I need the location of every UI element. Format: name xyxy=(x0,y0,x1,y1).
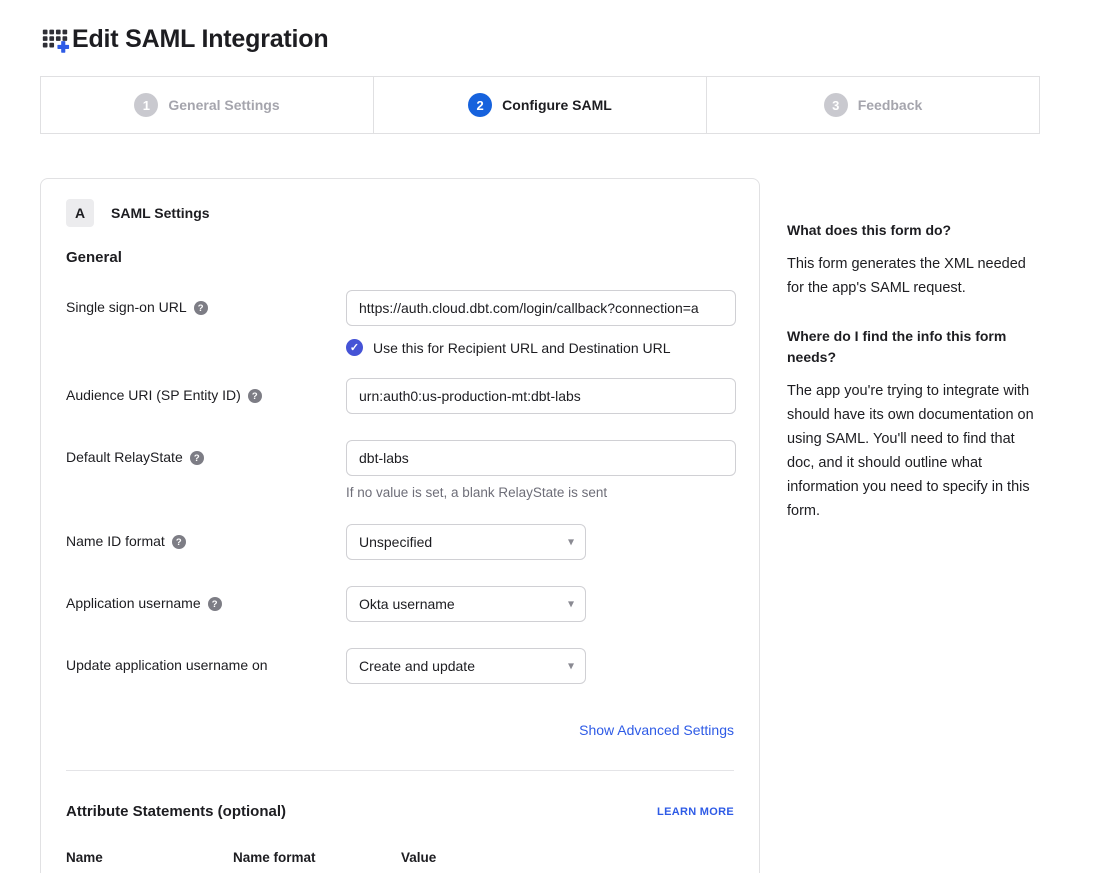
general-section-title: General xyxy=(66,249,734,266)
help-icon[interactable]: ? xyxy=(194,301,208,315)
default-relaystate-label: Default RelayState xyxy=(66,449,183,465)
column-header-value: Value xyxy=(401,850,734,865)
step-label: Configure SAML xyxy=(502,97,612,113)
field-control-wrap: Create and update ▾ xyxy=(346,648,734,684)
field-name-id-format: Name ID format ? Unspecified ▾ xyxy=(66,524,734,560)
app-grid-plus-icon xyxy=(40,24,70,54)
attribute-statements-title: Attribute Statements (optional) xyxy=(66,803,286,820)
field-single-sign-on-url: Single sign-on URL ? ✓ Use this for Reci… xyxy=(66,290,734,356)
single-sign-on-url-input[interactable] xyxy=(346,290,736,326)
help-icon[interactable]: ? xyxy=(172,535,186,549)
wizard-step-feedback[interactable]: 3 Feedback xyxy=(707,77,1039,133)
default-relaystate-input[interactable] xyxy=(346,440,736,476)
sidebar-question-2: Where do I find the info this form needs… xyxy=(787,326,1045,367)
page-title: Edit SAML Integration xyxy=(72,25,328,54)
field-control-wrap: Unspecified ▾ xyxy=(346,524,734,560)
chevron-down-icon: ▾ xyxy=(568,658,574,672)
field-control-wrap: ✓ Use this for Recipient URL and Destina… xyxy=(346,290,736,356)
field-label-wrap: Default RelayState ? xyxy=(66,440,346,500)
field-label-wrap: Application username ? xyxy=(66,586,346,622)
wizard-step-general-settings[interactable]: 1 General Settings xyxy=(41,77,374,133)
chevron-down-icon: ▾ xyxy=(568,534,574,548)
field-control-wrap: If no value is set, a blank RelayState i… xyxy=(346,440,736,500)
field-label-wrap: Update application username on xyxy=(66,648,346,684)
field-default-relaystate: Default RelayState ? If no value is set,… xyxy=(66,440,734,500)
field-update-application-username: Update application username on Create an… xyxy=(66,648,734,684)
selected-value: Okta username xyxy=(359,596,455,612)
wizard-steps: 1 General Settings 2 Configure SAML 3 Fe… xyxy=(40,76,1040,134)
step-number-badge: 1 xyxy=(134,93,158,117)
recipient-destination-checkbox-label: Use this for Recipient URL and Destinati… xyxy=(373,340,671,356)
column-header-name-format: Name format xyxy=(233,850,401,865)
audience-uri-label: Audience URI (SP Entity ID) xyxy=(66,387,241,403)
attribute-table-header: Name Name format Value xyxy=(66,850,734,865)
sidebar-answer-1: This form generates the XML needed for t… xyxy=(787,252,1045,300)
step-number-badge: 3 xyxy=(824,93,848,117)
name-id-format-select[interactable]: Unspecified ▾ xyxy=(346,524,586,560)
learn-more-link[interactable]: LEARN MORE xyxy=(657,806,734,818)
field-audience-uri: Audience URI (SP Entity ID) ? xyxy=(66,378,734,414)
relaystate-hint: If no value is set, a blank RelayState i… xyxy=(346,485,736,500)
wizard-step-configure-saml[interactable]: 2 Configure SAML xyxy=(374,77,707,133)
selected-value: Unspecified xyxy=(359,534,432,550)
saml-settings-panel: A SAML Settings General Single sign-on U… xyxy=(40,178,760,873)
field-label-wrap: Name ID format ? xyxy=(66,524,346,560)
help-sidebar: What does this form do? This form genera… xyxy=(787,178,1045,549)
application-username-select[interactable]: Okta username ▾ xyxy=(346,586,586,622)
field-control-wrap: Okta username ▾ xyxy=(346,586,734,622)
selected-value: Create and update xyxy=(359,658,475,674)
section-a-badge: A xyxy=(66,199,94,227)
help-icon[interactable]: ? xyxy=(248,389,262,403)
field-label-wrap: Audience URI (SP Entity ID) ? xyxy=(66,378,346,414)
edit-saml-page: Edit SAML Integration 1 General Settings… xyxy=(0,0,1118,873)
single-sign-on-url-label: Single sign-on URL xyxy=(66,299,187,315)
section-divider xyxy=(66,770,734,771)
help-icon[interactable]: ? xyxy=(208,597,222,611)
step-label: General Settings xyxy=(168,97,279,113)
advanced-settings-row: Show Advanced Settings xyxy=(66,722,734,740)
column-header-name: Name xyxy=(66,850,233,865)
sidebar-question-1: What does this form do? xyxy=(787,220,1045,240)
step-number-badge: 2 xyxy=(468,93,492,117)
update-application-username-select[interactable]: Create and update ▾ xyxy=(346,648,586,684)
recipient-destination-checkbox[interactable]: ✓ xyxy=(346,339,363,356)
panel-title: SAML Settings xyxy=(111,205,210,221)
panel-header: A SAML Settings xyxy=(66,199,734,227)
field-label-wrap: Single sign-on URL ? xyxy=(66,290,346,356)
step-label: Feedback xyxy=(858,97,923,113)
application-username-label: Application username xyxy=(66,595,201,611)
audience-uri-input[interactable] xyxy=(346,378,736,414)
show-advanced-settings-link[interactable]: Show Advanced Settings xyxy=(579,722,734,738)
help-icon[interactable]: ? xyxy=(190,451,204,465)
name-id-format-label: Name ID format xyxy=(66,533,165,549)
recipient-destination-checkbox-row: ✓ Use this for Recipient URL and Destina… xyxy=(346,339,736,356)
field-control-wrap xyxy=(346,378,736,414)
field-application-username: Application username ? Okta username ▾ xyxy=(66,586,734,622)
content-area: A SAML Settings General Single sign-on U… xyxy=(40,178,1078,873)
page-header: Edit SAML Integration xyxy=(40,24,1078,54)
chevron-down-icon: ▾ xyxy=(568,596,574,610)
sidebar-answer-2: The app you're trying to integrate with … xyxy=(787,379,1045,523)
update-application-username-label: Update application username on xyxy=(66,657,268,673)
attribute-statements-header: Attribute Statements (optional) LEARN MO… xyxy=(66,803,734,820)
